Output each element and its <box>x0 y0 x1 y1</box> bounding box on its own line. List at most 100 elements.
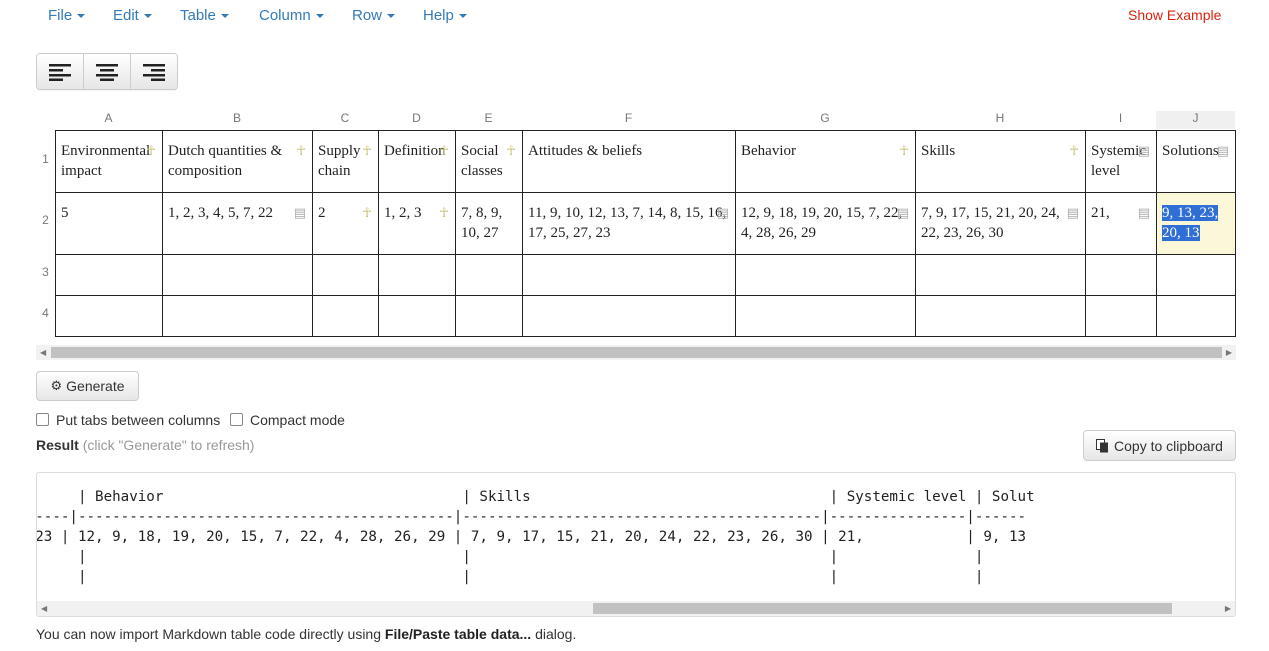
column-header-j[interactable]: J <box>1156 111 1235 129</box>
column-header-d[interactable]: D <box>378 111 455 129</box>
cell-b2[interactable]: 1, 2, 3, 4, 5, 7, 22 ▤ <box>162 192 313 255</box>
cell-g2[interactable]: 12, 9, 18, 19, 20, 15, 7, 22, 4, 28, 26,… <box>735 192 916 255</box>
cell-empty[interactable] <box>55 295 163 337</box>
cell-d2[interactable]: 1, 2, 3 ☥ <box>378 192 456 255</box>
column-header-i[interactable]: I <box>1085 111 1156 129</box>
menu-table[interactable]: Table <box>180 7 229 24</box>
row-header-1[interactable]: 1 <box>36 152 55 166</box>
caret-down-icon <box>220 14 229 19</box>
pin-icon[interactable]: ☥ <box>439 203 449 223</box>
cell-menu-icon[interactable]: ▤ <box>294 203 306 223</box>
row-header-3[interactable]: 3 <box>36 265 55 279</box>
cell-i2[interactable]: 21, ▤ <box>1085 192 1157 255</box>
cell-j1[interactable]: Solutions ▤ <box>1156 130 1236 193</box>
scroll-left-arrow-icon[interactable]: ◀ <box>41 604 47 613</box>
pin-icon[interactable]: ☥ <box>362 203 372 223</box>
align-center-button[interactable] <box>84 54 131 89</box>
scroll-right-arrow-icon[interactable]: ▶ <box>1226 348 1232 357</box>
show-example-link[interactable]: Show Example <box>1128 7 1221 23</box>
cell-f2[interactable]: 11, 9, 10, 12, 13, 7, 14, 8, 15, 16, 17,… <box>522 192 736 255</box>
cell-empty[interactable] <box>1156 295 1236 337</box>
cell-empty[interactable] <box>915 254 1086 296</box>
cell-empty[interactable] <box>522 295 736 337</box>
result-horizontal-scrollbar[interactable]: ◀ ▶ <box>37 601 1235 616</box>
cell-empty[interactable] <box>1085 254 1157 296</box>
cell-empty[interactable] <box>162 254 313 296</box>
pin-icon[interactable]: ☥ <box>1069 141 1079 161</box>
column-header-e[interactable]: E <box>455 111 522 129</box>
align-left-button[interactable] <box>37 54 84 89</box>
scrollbar-thumb[interactable] <box>593 603 1172 614</box>
column-header-g[interactable]: G <box>735 111 915 129</box>
pin-icon[interactable]: ☥ <box>899 141 909 161</box>
cell-e1[interactable]: Social classes ☥ <box>455 130 523 193</box>
align-right-icon <box>143 63 165 81</box>
compact-mode-label[interactable]: Compact mode <box>250 412 345 428</box>
cell-empty[interactable] <box>455 254 523 296</box>
cell-empty[interactable] <box>522 254 736 296</box>
menu-file[interactable]: File <box>48 7 86 24</box>
result-hint: (click "Generate" to refresh) <box>82 437 255 453</box>
cell-empty[interactable] <box>1085 295 1157 337</box>
pin-icon[interactable]: ☥ <box>146 141 156 161</box>
align-right-button[interactable] <box>131 54 177 89</box>
cell-empty[interactable] <box>915 295 1086 337</box>
cell-c1[interactable]: Supply chain ☥ <box>312 130 379 193</box>
cell-empty[interactable] <box>1156 254 1236 296</box>
menu-help[interactable]: Help <box>423 7 467 24</box>
cell-menu-icon[interactable]: ▤ <box>1138 141 1150 161</box>
cell-empty[interactable] <box>312 295 379 337</box>
pin-icon[interactable]: ☥ <box>439 141 449 161</box>
row-header-2[interactable]: 2 <box>36 213 55 227</box>
copy-to-clipboard-button[interactable]: Copy to clipboard <box>1083 430 1236 461</box>
cell-menu-icon[interactable]: ▤ <box>1067 203 1079 223</box>
cell-g1[interactable]: Behavior ☥ <box>735 130 916 193</box>
pin-icon[interactable]: ☥ <box>506 141 516 161</box>
cell-menu-icon[interactable]: ▤ <box>1217 141 1229 161</box>
cell-menu-icon[interactable]: ▤ <box>1138 203 1150 223</box>
scroll-left-arrow-icon[interactable]: ◀ <box>40 348 46 357</box>
result-textarea[interactable]: | Behavior | Skills | Systemic level | S… <box>36 472 1236 617</box>
column-header-b[interactable]: B <box>162 111 312 129</box>
cell-h1[interactable]: Skills ☥ <box>915 130 1086 193</box>
tabs-checkbox[interactable] <box>36 413 49 426</box>
row-header-4[interactable]: 4 <box>36 306 55 320</box>
cell-empty[interactable] <box>455 295 523 337</box>
cell-empty[interactable] <box>55 254 163 296</box>
cell-i1[interactable]: Systemic level ▤ <box>1085 130 1157 193</box>
column-header-c[interactable]: C <box>312 111 378 129</box>
cell-menu-icon[interactable]: ▤ <box>897 203 909 223</box>
cell-a2[interactable]: 5 <box>55 192 163 255</box>
cell-c2[interactable]: 2 ☥ <box>312 192 379 255</box>
tabs-checkbox-label[interactable]: Put tabs between columns <box>56 412 220 428</box>
column-header-h[interactable]: H <box>915 111 1085 129</box>
cell-menu-icon[interactable]: ▤ <box>717 203 729 223</box>
cell-e2[interactable]: 7, 8, 9, 10, 27 <box>455 192 523 255</box>
scrollbar-thumb[interactable] <box>51 347 1222 358</box>
column-header-f[interactable]: F <box>522 111 735 129</box>
cell-empty[interactable] <box>378 295 456 337</box>
cell-empty[interactable] <box>162 295 313 337</box>
scroll-right-arrow-icon[interactable]: ▶ <box>1225 604 1231 613</box>
cell-empty[interactable] <box>378 254 456 296</box>
column-header-a[interactable]: A <box>55 111 162 129</box>
menu-edit[interactable]: Edit <box>113 7 152 24</box>
pin-icon[interactable]: ☥ <box>296 141 306 161</box>
cell-empty[interactable] <box>735 295 916 337</box>
generate-button[interactable]: ⚙ Generate <box>36 371 139 401</box>
menu-row[interactable]: Row <box>352 7 396 24</box>
cell-empty[interactable] <box>312 254 379 296</box>
cell-f1[interactable]: Attitudes & beliefs <box>522 130 736 193</box>
cell-empty[interactable] <box>735 254 916 296</box>
compact-mode-checkbox[interactable] <box>230 413 243 426</box>
cell-b1[interactable]: Dutch quantities & composition ☥ <box>162 130 313 193</box>
cell-a1[interactable]: Environmental impact ☥ <box>55 130 163 193</box>
cell-d1[interactable]: Definition ☥ <box>378 130 456 193</box>
cell-j2[interactable]: 9, 13, 23, 20, 13 <box>1156 192 1236 255</box>
pin-icon[interactable]: ☥ <box>362 141 372 161</box>
cell-h2[interactable]: 7, 9, 17, 15, 21, 20, 24, 22, 23, 26, 30… <box>915 192 1086 255</box>
result-code[interactable]: | Behavior | Skills | Systemic level | S… <box>37 487 1035 587</box>
menu-column[interactable]: Column <box>259 7 324 24</box>
selected-cell-text[interactable]: 9, 13, 23, 20, 13 <box>1162 205 1219 241</box>
grid-horizontal-scrollbar[interactable]: ◀ ▶ <box>36 345 1236 360</box>
